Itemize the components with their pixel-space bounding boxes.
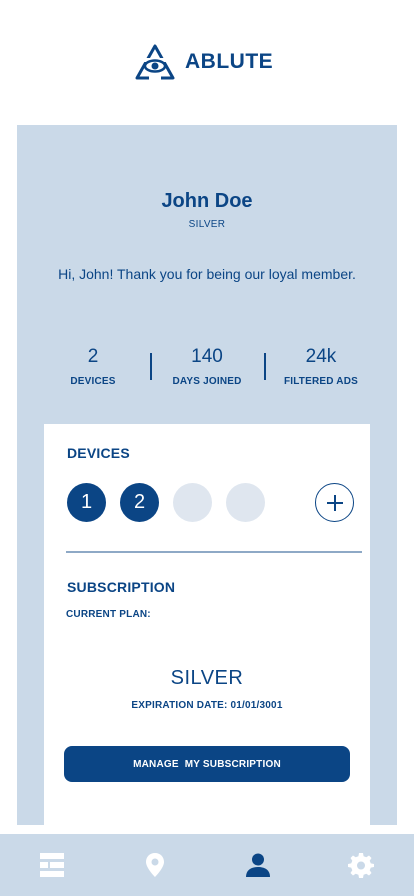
- brand-name: ABLUTE: [185, 50, 274, 73]
- profile-name: John Doe: [161, 190, 253, 212]
- stat-days-joined: 140 DAYS JOINED: [152, 346, 262, 387]
- stat-label: FILTERED ADS: [283, 376, 359, 387]
- expiration-date: EXPIRATION DATE: 01/01/3001: [131, 700, 283, 711]
- app-header: ABLUTE: [0, 0, 414, 125]
- brand-logo: ABLUTE: [135, 44, 273, 80]
- section-divider: [66, 551, 362, 553]
- user-icon: [245, 853, 270, 877]
- devices-title: DEVICES: [67, 445, 130, 461]
- device-slot-1[interactable]: 1: [67, 483, 106, 522]
- stat-filtered-ads: 24k FILTERED ADS: [266, 346, 376, 387]
- manage-subscription-button[interactable]: MANAGE MY SUBSCRIPTION: [64, 746, 350, 782]
- add-device-button[interactable]: [315, 483, 354, 522]
- current-plan-label: CURRENT PLAN:: [66, 609, 151, 620]
- stat-value: 2: [87, 346, 99, 367]
- stat-value: 24k: [305, 346, 337, 367]
- device-slot-2[interactable]: 2: [120, 483, 159, 522]
- stat-label: DEVICES: [70, 376, 116, 387]
- location-pin-icon: [145, 853, 164, 877]
- list-icon: [39, 853, 64, 877]
- stat-devices: 2 DEVICES: [38, 346, 148, 387]
- profile-tier: SILVER: [188, 219, 226, 230]
- nav-location[interactable]: [103, 834, 206, 896]
- nav-list[interactable]: [0, 834, 103, 896]
- bottom-navigation: [0, 834, 414, 896]
- nav-profile[interactable]: [206, 834, 309, 896]
- plus-icon: [326, 494, 343, 511]
- plan-name: SILVER: [170, 667, 244, 689]
- device-slot-empty[interactable]: [226, 483, 265, 522]
- greeting-message: Hi, John! Thank you for being our loyal …: [58, 266, 356, 282]
- stat-label: DAYS JOINED: [172, 376, 242, 387]
- gear-icon: [347, 853, 374, 878]
- device-slot-empty[interactable]: [173, 483, 212, 522]
- stat-value: 140: [191, 346, 223, 367]
- nav-settings[interactable]: [309, 834, 412, 896]
- subscription-title: SUBSCRIPTION: [67, 579, 176, 595]
- eye-triangle-logo-icon: [135, 44, 175, 80]
